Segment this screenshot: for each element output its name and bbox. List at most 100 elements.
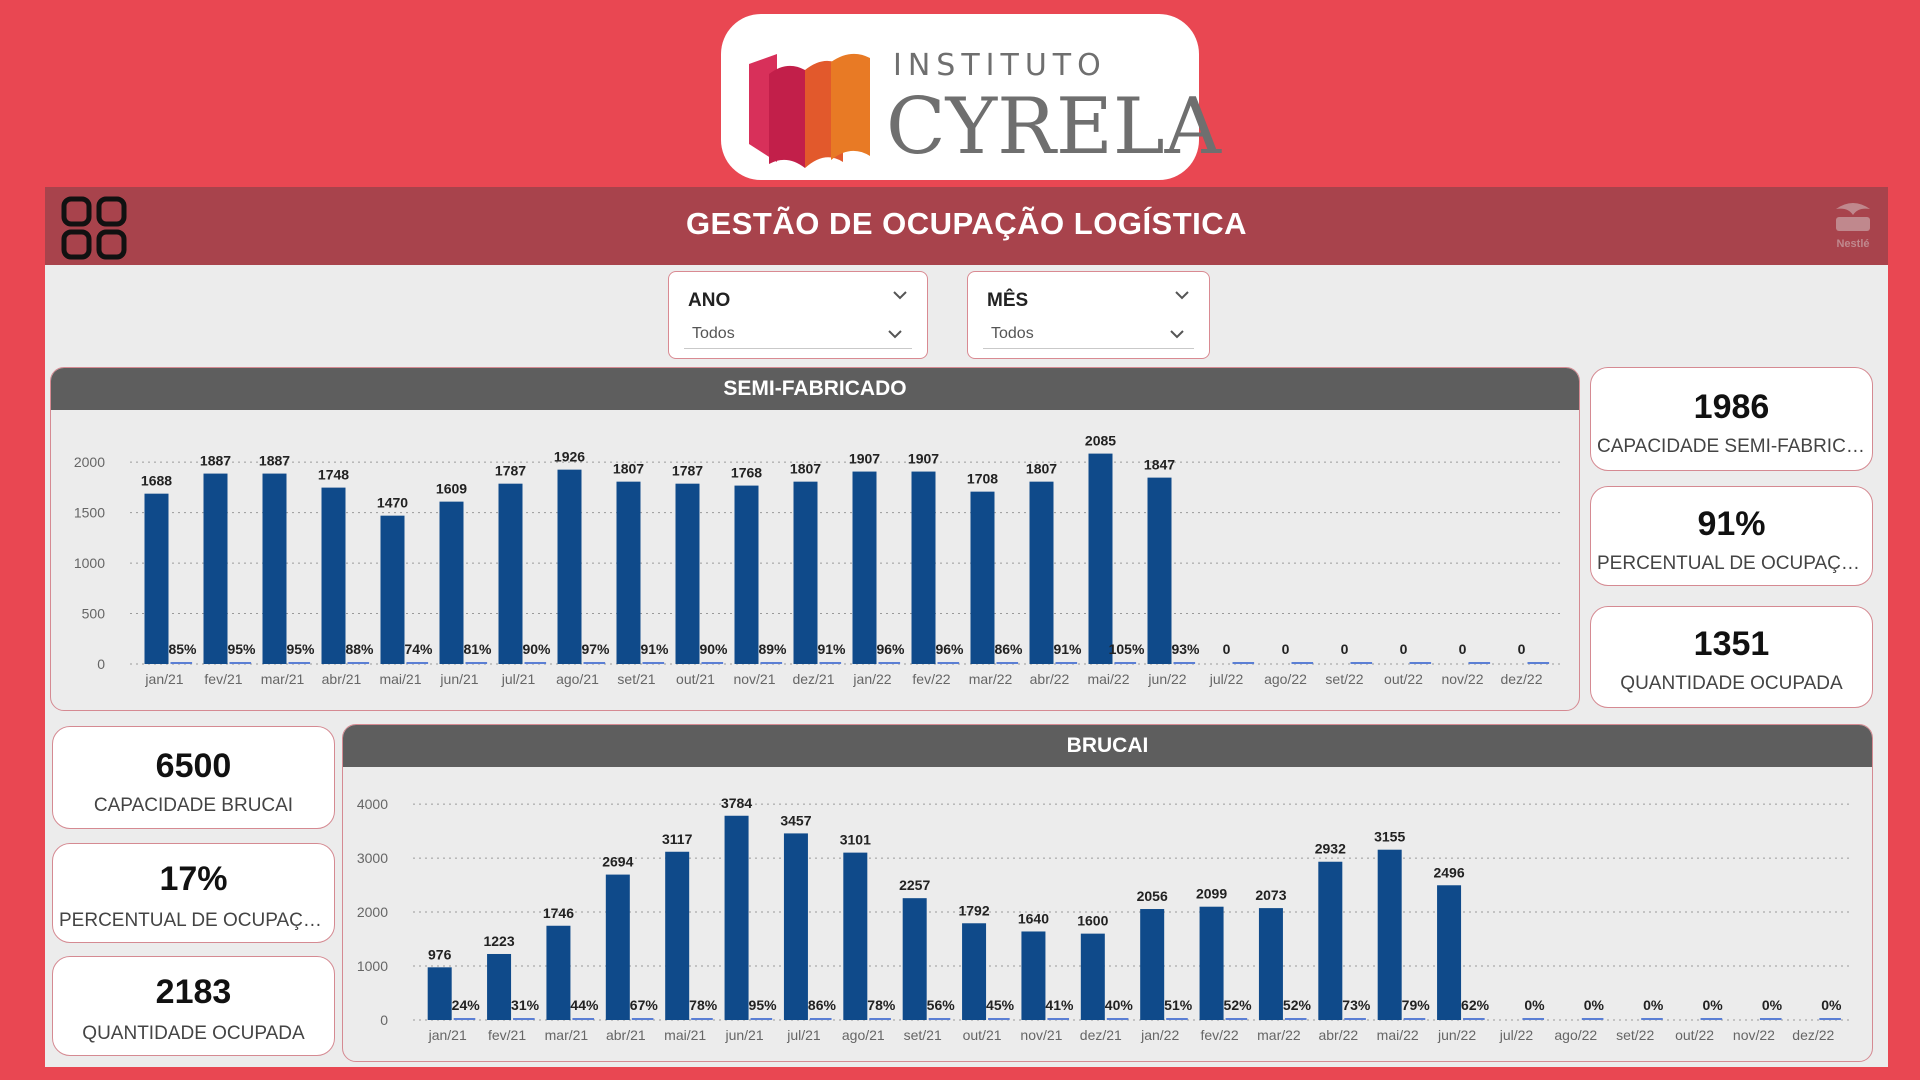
- percent-bar: [750, 1018, 773, 1020]
- x-tick-label: fev/21: [204, 671, 242, 687]
- bar[interactable]: [1377, 849, 1402, 1020]
- bar[interactable]: [1088, 453, 1113, 664]
- bar-value-label: 2085: [1085, 433, 1116, 449]
- bar[interactable]: [734, 485, 759, 664]
- bar[interactable]: [321, 487, 346, 664]
- x-tick-label: jan/21: [428, 1027, 467, 1043]
- percent-label: 45%: [986, 997, 1015, 1013]
- kpi-label: CAPACIDADE BRUCAI: [93, 795, 294, 816]
- bar[interactable]: [1258, 908, 1283, 1020]
- month-slicer[interactable]: MÊS Todos: [967, 271, 1210, 359]
- percent-bar: [513, 1018, 535, 1020]
- bar[interactable]: [843, 852, 868, 1020]
- x-tick-label: mai/22: [1087, 671, 1129, 687]
- bar[interactable]: [665, 851, 690, 1020]
- month-dropdown[interactable]: Todos: [983, 319, 1194, 349]
- y-tick-label: 2000: [357, 904, 388, 920]
- month-slicer-label: MÊS: [987, 290, 1029, 311]
- bar[interactable]: [1080, 933, 1105, 1020]
- bar-value-label: 2694: [602, 854, 633, 870]
- bar-value-label: 1787: [495, 463, 526, 479]
- bar-value-label: 1887: [259, 453, 290, 469]
- percent-label: 52%: [1283, 997, 1312, 1013]
- bar[interactable]: [427, 967, 452, 1020]
- bar[interactable]: [1029, 481, 1054, 664]
- bar[interactable]: [783, 833, 808, 1020]
- bar-value-label: 3784: [721, 795, 752, 811]
- bar-value-label: 0: [1459, 641, 1467, 657]
- percent-label: 79%: [1402, 997, 1431, 1013]
- percent-bar: [1106, 1018, 1129, 1020]
- percent-bar: [701, 662, 724, 664]
- bar[interactable]: [1147, 477, 1172, 664]
- kpi-label: PERCENTUAL DE OCUPAÇÃO: [1597, 553, 1866, 574]
- bar[interactable]: [439, 501, 464, 664]
- bar-value-label: 1907: [849, 451, 880, 467]
- chevron-down-icon[interactable]: [1173, 288, 1191, 302]
- semi-fabricado-bar-chart: 0 500 1000 1500 2000 1688 85% jan/21 1887 95% fev/…: [74, 433, 1561, 687]
- bar-value-label: 1787: [672, 463, 703, 479]
- x-tick-label: set/21: [617, 671, 655, 687]
- bar-value-label: 1470: [377, 495, 408, 511]
- bar[interactable]: [675, 483, 700, 664]
- bar[interactable]: [557, 469, 582, 664]
- year-slicer[interactable]: ANO Todos: [668, 271, 928, 359]
- percent-bar: [1047, 1018, 1070, 1020]
- percent-label: 0%: [1762, 997, 1783, 1013]
- x-tick-label: jan/21: [144, 671, 183, 687]
- percent-label: 97%: [581, 641, 610, 657]
- bar[interactable]: [1021, 931, 1046, 1020]
- bar[interactable]: [1199, 906, 1224, 1020]
- bar[interactable]: [852, 471, 877, 664]
- bar[interactable]: [498, 483, 523, 664]
- bar[interactable]: [203, 473, 228, 664]
- bar-value-label: 3155: [1374, 829, 1405, 845]
- bar-value-label: 1600: [1077, 913, 1108, 929]
- year-dropdown-value: Todos: [692, 325, 735, 342]
- x-tick-label: jul/21: [501, 671, 536, 687]
- x-tick-label: jan/22: [852, 671, 891, 687]
- bar[interactable]: [1140, 909, 1165, 1020]
- percent-label: 86%: [808, 997, 837, 1013]
- percent-label: 74%: [404, 641, 433, 657]
- percent-label: 95%: [286, 641, 315, 657]
- percent-label: 89%: [758, 641, 787, 657]
- bar[interactable]: [380, 515, 405, 664]
- bar[interactable]: [911, 471, 936, 664]
- bar[interactable]: [605, 874, 630, 1020]
- percent-label: 86%: [994, 641, 1023, 657]
- year-dropdown[interactable]: Todos: [684, 319, 912, 349]
- percent-bar: [1522, 1018, 1545, 1020]
- x-tick-label: mar/22: [969, 671, 1013, 687]
- bar[interactable]: [546, 925, 571, 1020]
- percent-bar: [988, 1018, 1010, 1020]
- percent-bar: [642, 662, 665, 664]
- percent-bar: [1344, 1018, 1366, 1020]
- bar[interactable]: [970, 491, 995, 664]
- bar[interactable]: [262, 473, 287, 664]
- bar[interactable]: [793, 481, 818, 664]
- percent-label: 0%: [1643, 997, 1664, 1013]
- bar[interactable]: [724, 815, 749, 1020]
- bar-value-label: 3117: [662, 831, 693, 847]
- bar[interactable]: [616, 481, 641, 664]
- x-tick-label: mar/22: [1257, 1027, 1301, 1043]
- bar-value-label: 1926: [554, 449, 585, 465]
- bar[interactable]: [144, 493, 169, 664]
- bar[interactable]: [487, 953, 512, 1020]
- chevron-down-icon: [1170, 330, 1184, 339]
- bar[interactable]: [1318, 861, 1343, 1020]
- bar[interactable]: [902, 898, 927, 1020]
- kpi-quantidade-semi: 1351 QUANTIDADE OCUPADA: [1590, 606, 1873, 708]
- percent-bar: [1114, 662, 1137, 664]
- bar[interactable]: [962, 923, 987, 1020]
- percent-label: 91%: [640, 641, 669, 657]
- bar[interactable]: [1437, 885, 1462, 1020]
- percent-label: 73%: [1342, 997, 1371, 1013]
- bar-value-label: 3101: [840, 832, 871, 848]
- chevron-down-icon[interactable]: [891, 288, 909, 302]
- percent-label: 78%: [689, 997, 718, 1013]
- x-tick-label: set/21: [904, 1027, 942, 1043]
- percent-bar: [1819, 1018, 1841, 1020]
- x-tick-label: ago/22: [1264, 671, 1307, 687]
